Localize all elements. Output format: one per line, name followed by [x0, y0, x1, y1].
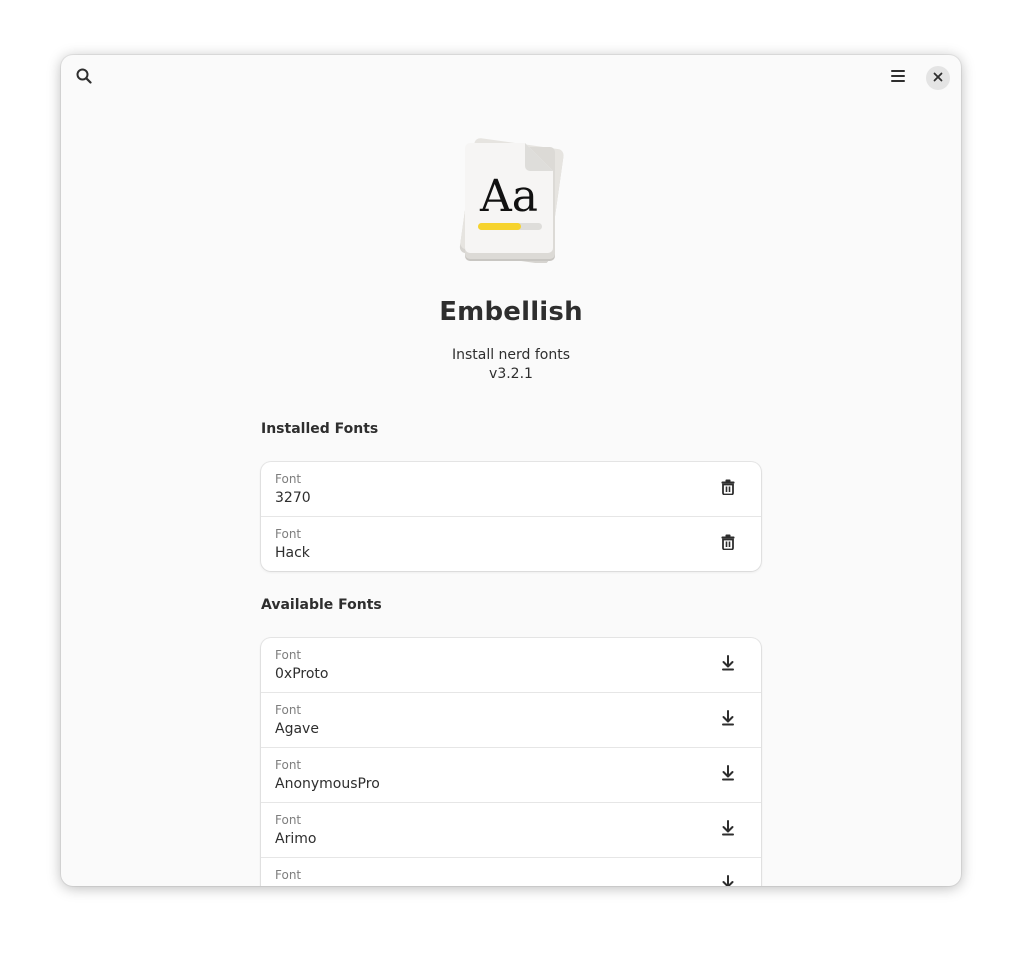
font-name: 3270	[275, 490, 311, 506]
available-fonts-list: Font 0xProto Font Agave Font AnonymousPr…	[261, 638, 761, 886]
download-font-button[interactable]	[713, 815, 743, 845]
download-icon	[720, 819, 736, 841]
font-subtitle: Font	[275, 648, 302, 662]
trash-icon	[720, 479, 736, 500]
download-icon	[720, 654, 736, 676]
app-name: Embellish	[439, 297, 583, 327]
font-name: AnonymousPro	[275, 776, 380, 792]
download-icon	[720, 709, 736, 731]
font-name: 0xProto	[275, 666, 329, 682]
download-font-button[interactable]	[713, 705, 743, 735]
font-name: Agave	[275, 721, 319, 737]
delete-font-button[interactable]	[713, 529, 743, 559]
font-subtitle: Font	[275, 813, 302, 827]
font-subtitle: Font	[275, 758, 302, 772]
list-item: Font Hack	[261, 517, 761, 571]
delete-font-button[interactable]	[713, 474, 743, 504]
installed-fonts-list: Font 3270 Font Hack	[261, 462, 761, 571]
download-font-button[interactable]	[713, 650, 743, 680]
font-subtitle: Font	[275, 472, 302, 486]
list-item: Font 0xProto	[261, 638, 761, 693]
installed-fonts-heading: Installed Fonts	[261, 421, 379, 437]
download-icon	[720, 874, 736, 886]
download-font-button[interactable]	[713, 760, 743, 790]
list-item: Font 3270	[261, 462, 761, 517]
trash-icon	[720, 534, 736, 555]
app-icon-progress	[478, 223, 521, 230]
main-content: Aa Embellish Install nerd fonts v3.2.1 I…	[61, 55, 961, 886]
app-window: Aa Embellish Install nerd fonts v3.2.1 I…	[61, 55, 961, 886]
font-subtitle: Font	[275, 868, 302, 882]
download-icon	[720, 764, 736, 786]
font-name: Hack	[275, 545, 310, 561]
app-version: v3.2.1	[489, 366, 533, 382]
font-document-icon: Aa	[453, 135, 569, 265]
font-name: Arimo	[275, 831, 317, 847]
app-description: Install nerd fonts	[451, 347, 571, 363]
list-item: Font Agave	[261, 693, 761, 748]
list-item: Font Arimo	[261, 803, 761, 858]
available-fonts-heading: Available Fonts	[261, 597, 382, 613]
font-subtitle: Font	[275, 527, 302, 541]
download-font-button[interactable]	[713, 870, 743, 886]
list-item: Font AnonymousPro	[261, 748, 761, 803]
app-icon-glyph: Aa	[479, 171, 538, 222]
font-subtitle: Font	[275, 703, 302, 717]
list-item: Font	[261, 858, 761, 886]
